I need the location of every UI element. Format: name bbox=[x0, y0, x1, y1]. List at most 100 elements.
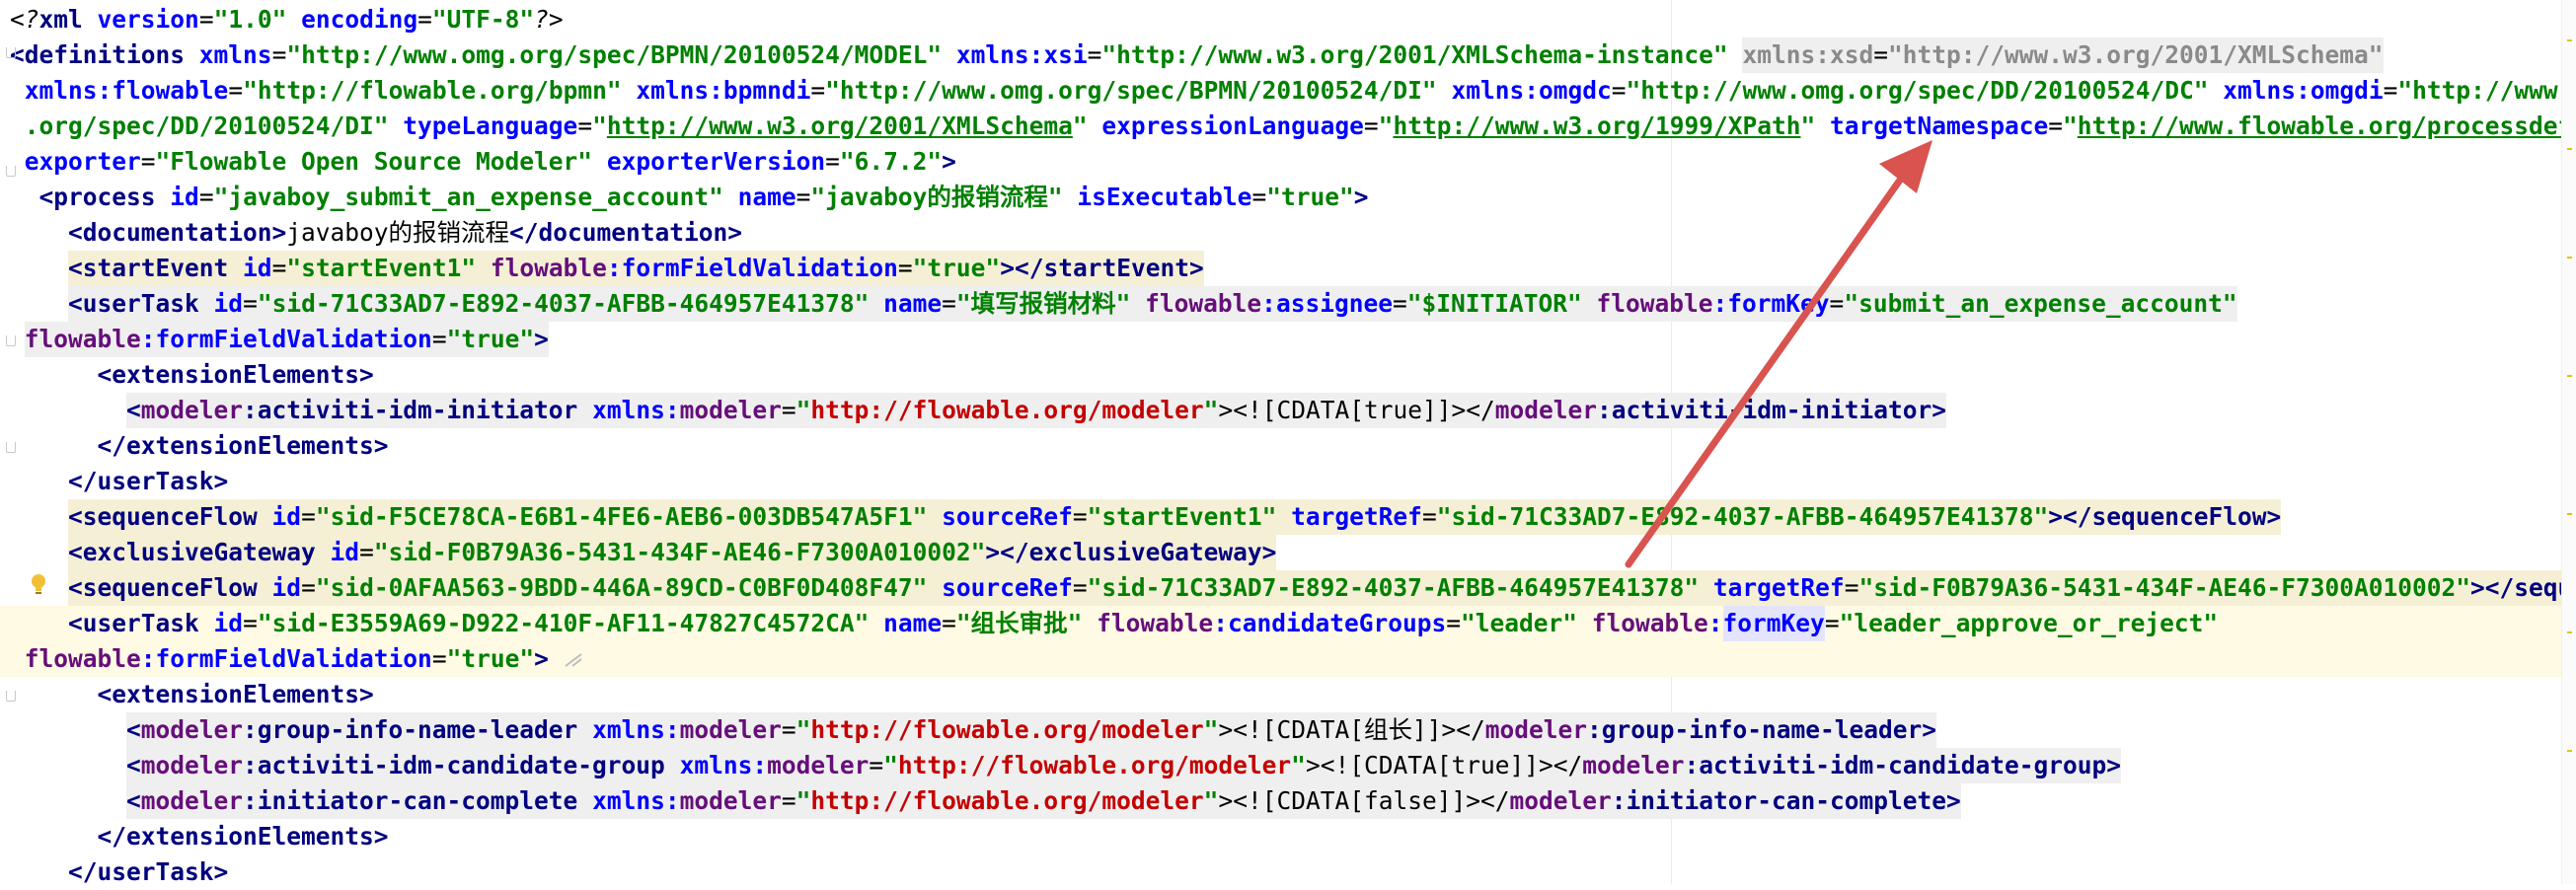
code-line[interactable]: xmlns:flowable="http://flowable.org/bpmn… bbox=[0, 73, 2572, 109]
code-line[interactable]: .org/spec/DD/20100524/DI" typeLanguage="… bbox=[0, 109, 2572, 144]
code-line[interactable]: <definitions xmlns="http://www.omg.org/s… bbox=[0, 37, 2572, 73]
stripe-marker[interactable] bbox=[2567, 375, 2572, 377]
code-line[interactable]: <extensionElements> bbox=[0, 357, 2572, 393]
code-line[interactable]: <modeler:activiti-idm-candidate-group xm… bbox=[0, 748, 2572, 783]
code-line[interactable]: <extensionElements> bbox=[0, 677, 2572, 712]
code-token: candidateGroups bbox=[1227, 609, 1447, 637]
code-token: modeler bbox=[140, 783, 244, 819]
code-token: "sid-F0B79A36-5431-434F-AE46-F7300A01000… bbox=[373, 535, 986, 570]
code-token: = bbox=[2383, 76, 2398, 105]
code-token: : bbox=[140, 322, 156, 357]
code-token: > bbox=[534, 644, 549, 673]
code-token: : bbox=[1028, 40, 1044, 69]
code-line[interactable]: <userTask id="sid-71C33AD7-E892-4037-AFB… bbox=[0, 286, 2572, 322]
code-line[interactable]: <?xml version="1.0" encoding="UTF-8"?> bbox=[0, 2, 2572, 37]
code-line[interactable]: <sequenceFlow id="sid-0AFAA563-9BDD-446A… bbox=[0, 570, 2572, 606]
fold-toggle[interactable] bbox=[6, 691, 16, 702]
code-line[interactable]: <modeler:activiti-idm-initiator xmlns:mo… bbox=[0, 393, 2572, 428]
code-line[interactable]: <process id="javaboy_submit_an_expense_a… bbox=[0, 180, 2572, 215]
code-line[interactable]: <modeler:group-info-name-leader xmlns:mo… bbox=[0, 712, 2572, 748]
code-token: = bbox=[869, 748, 884, 783]
code-token: = bbox=[1446, 609, 1461, 637]
code-line[interactable]: flowable:formFieldValidation="true"> bbox=[0, 322, 2572, 357]
code-token: id bbox=[213, 609, 244, 637]
code-line[interactable]: </userTask> bbox=[0, 854, 2572, 890]
code-token: </userTask> bbox=[68, 467, 229, 495]
code-token: modeler bbox=[140, 748, 244, 783]
code-token: ><![CDATA[true]]></ bbox=[1305, 748, 1583, 783]
lightbulb-icon[interactable] bbox=[30, 573, 47, 595]
code-token: "true" bbox=[446, 322, 535, 357]
code-token: = bbox=[301, 570, 316, 606]
code-line[interactable]: </extensionElements> bbox=[0, 819, 2572, 854]
code-line[interactable]: <modeler:initiator-can-complete xmlns:mo… bbox=[0, 783, 2572, 819]
code-line[interactable]: <documentation>javaboy的报销流程</documentati… bbox=[0, 215, 2572, 251]
code-token: "leader" bbox=[1460, 609, 1577, 637]
code-token: " bbox=[592, 111, 607, 140]
code-token: < bbox=[126, 712, 141, 748]
code-token: formKey bbox=[1722, 606, 1825, 641]
stripe-marker[interactable] bbox=[2567, 148, 2572, 150]
code-token: :activiti-idm-candidate-group bbox=[243, 748, 665, 783]
error-stripe[interactable] bbox=[2561, 0, 2576, 884]
fold-toggle[interactable] bbox=[6, 442, 16, 453]
code-line[interactable]: </userTask> bbox=[0, 464, 2572, 499]
code-token bbox=[869, 286, 884, 322]
code-token: : bbox=[1712, 286, 1728, 322]
code-token: flowable bbox=[1145, 286, 1262, 322]
code-token: "startEvent1" bbox=[1087, 499, 1277, 535]
code-token: xmlns bbox=[955, 40, 1029, 69]
code-token: : bbox=[2296, 76, 2311, 105]
code-token: xmlns:xsd bbox=[1742, 37, 1874, 73]
code-token: = bbox=[140, 147, 156, 176]
stripe-marker[interactable] bbox=[2567, 257, 2572, 259]
code-token: xmlns bbox=[2223, 76, 2297, 105]
code-token: xmlns bbox=[1451, 76, 1525, 105]
resize-handle-icon[interactable] bbox=[563, 651, 584, 669]
fold-toggle[interactable] bbox=[6, 335, 16, 346]
code-editor[interactable]: <?xml version="1.0" encoding="UTF-8"?> <d… bbox=[0, 0, 2576, 886]
code-token: = bbox=[198, 5, 214, 34]
code-token bbox=[927, 499, 943, 535]
code-token: </documentation> bbox=[509, 218, 743, 247]
stripe-marker[interactable] bbox=[2567, 39, 2572, 41]
code-line[interactable]: <exclusiveGateway id="sid-F0B79A36-5431-… bbox=[0, 535, 2572, 570]
stripe-marker[interactable] bbox=[2567, 631, 2572, 633]
code-line[interactable]: <sequenceFlow id="sid-F5CE78CA-E6B1-4FE6… bbox=[0, 499, 2572, 535]
code-token: modeler bbox=[1582, 748, 1685, 783]
code-token: < bbox=[126, 748, 141, 783]
code-token: modeler bbox=[140, 393, 244, 428]
stripe-marker[interactable] bbox=[2567, 513, 2572, 515]
fold-toggle[interactable] bbox=[6, 166, 16, 177]
code-token: modeler bbox=[767, 748, 870, 783]
stripe-marker[interactable] bbox=[2567, 750, 2572, 752]
code-line[interactable]: </extensionElements> bbox=[0, 428, 2572, 464]
code-token: "true" bbox=[1266, 183, 1354, 211]
code-token: <startEvent bbox=[68, 251, 229, 286]
code-token: = bbox=[781, 393, 796, 428]
code-token: omgdc bbox=[1538, 76, 1612, 105]
code-line[interactable]: exporter="Flowable Open Source Modeler" … bbox=[0, 144, 2572, 180]
code-token: id bbox=[271, 570, 302, 606]
code-line[interactable]: flowable:formFieldValidation="true"> bbox=[0, 641, 2572, 677]
code-token bbox=[577, 783, 593, 819]
code-token: "sid-F0B79A36-5431-434F-AE46-F7300A01000… bbox=[1858, 570, 2470, 606]
code-token: = bbox=[417, 5, 432, 34]
code-token: ><![CDATA[false]]></ bbox=[1218, 783, 1510, 819]
code-token: :initiator-can-complete bbox=[243, 783, 578, 819]
fold-toggle[interactable] bbox=[6, 47, 16, 58]
code-line[interactable]: <startEvent id="startEvent1" flowable:fo… bbox=[0, 251, 2572, 286]
code-line[interactable]: <userTask id="sid-E3559A69-D922-410F-AF1… bbox=[0, 606, 2572, 641]
code-token: <documentation> bbox=[68, 218, 287, 247]
code-token: targetRef bbox=[1291, 499, 1422, 535]
